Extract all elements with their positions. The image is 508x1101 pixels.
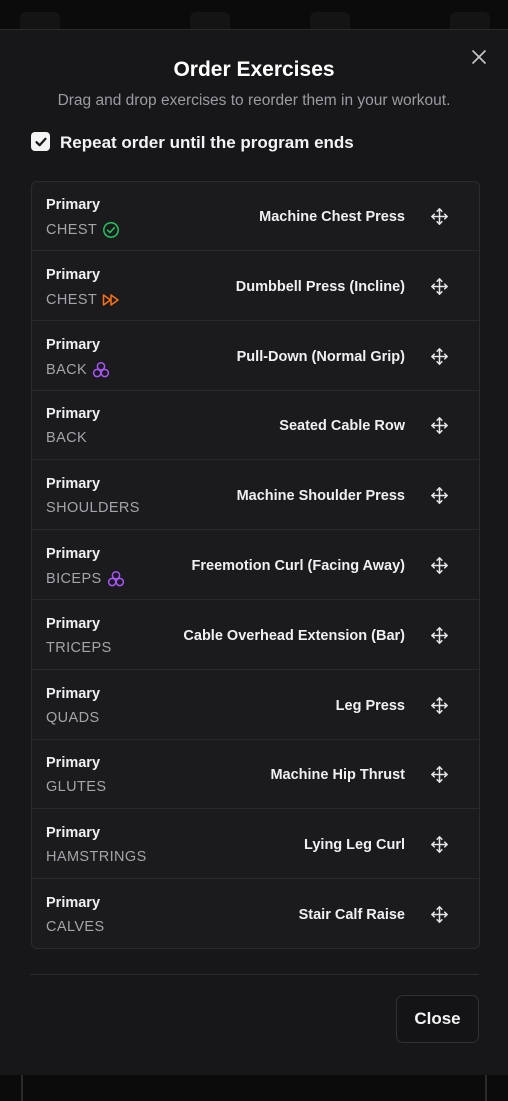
muscle-label: QUADS bbox=[46, 709, 100, 726]
exercise-category: Primary bbox=[46, 825, 101, 842]
drag-handle-icon[interactable] bbox=[430, 835, 449, 854]
exercise-row[interactable]: Primary SHOULDERS Machine Shoulder Press bbox=[32, 461, 479, 531]
exercise-muscle-group: CALVES bbox=[46, 919, 105, 935]
drag-handle-icon[interactable] bbox=[430, 905, 449, 924]
drag-handle-icon[interactable] bbox=[430, 207, 449, 226]
exercise-row[interactable]: Primary CHEST Dumbbell Press (Incline) bbox=[32, 252, 479, 321]
exercise-muscle-group: QUADS bbox=[46, 710, 100, 726]
exercise-row[interactable]: Primary BACK Pull-Down (Normal Grip) bbox=[32, 322, 479, 391]
drag-handle-icon[interactable] bbox=[430, 696, 449, 715]
muscle-label: CALVES bbox=[46, 919, 105, 935]
exercise-muscle-group: BACK bbox=[46, 361, 110, 379]
dialog-subtitle: Drag and drop exercises to reorder them … bbox=[57, 92, 451, 109]
exercise-muscle-group: TRICEPS bbox=[46, 640, 112, 656]
exercise-muscle-group: SHOULDERS bbox=[46, 500, 140, 516]
exercise-name: Freemotion Curl (Facing Away) bbox=[191, 558, 406, 574]
background-footer bbox=[0, 1075, 508, 1101]
exercise-name: Leg Press bbox=[335, 697, 405, 714]
exercise-category: Primary bbox=[46, 755, 101, 772]
exercise-row[interactable]: Primary QUADS Leg Press bbox=[32, 671, 479, 740]
background-header bbox=[0, 0, 508, 34]
exercise-name: Machine Hip Thrust bbox=[270, 767, 405, 784]
check-circle-icon bbox=[102, 221, 120, 239]
exercise-category: Primary bbox=[46, 197, 101, 213]
exercise-muscle-group: GLUTES bbox=[46, 779, 106, 795]
exercise-category: Primary bbox=[46, 895, 101, 911]
exercise-row[interactable]: Primary CHEST Machine Chest Press bbox=[32, 182, 479, 251]
footer-divider bbox=[30, 974, 479, 975]
muscle-label: CHEST bbox=[46, 291, 98, 308]
drag-handle-icon[interactable] bbox=[430, 765, 449, 784]
exercise-row[interactable]: Primary TRICEPS Cable Overhead Extension (… bbox=[32, 601, 479, 670]
fast-forward-icon bbox=[102, 291, 120, 309]
muscle-label: GLUTES bbox=[46, 779, 107, 796]
muscle-label: TRICEPS bbox=[46, 639, 112, 656]
exercise-muscle-group: CHEST bbox=[46, 291, 120, 309]
muscle-label: SHOULDERS bbox=[46, 500, 140, 517]
exercise-row[interactable]: Primary CALVES Stair Calf Raise bbox=[32, 880, 479, 948]
exercise-row[interactable]: Primary GLUTES Machine Hip Thrust bbox=[32, 740, 479, 810]
exercise-name: Machine Shoulder Press bbox=[236, 488, 405, 505]
muscle-label: BICEPS bbox=[46, 571, 102, 587]
close-button[interactable]: Close bbox=[396, 995, 479, 1043]
muscle-label: CHEST bbox=[46, 222, 98, 238]
exercise-category: Primary bbox=[46, 406, 101, 423]
exercise-muscle-group: BICEPS bbox=[46, 570, 125, 588]
exercise-category: Primary bbox=[46, 615, 101, 632]
exercise-category: Primary bbox=[46, 476, 101, 493]
muscle-label: BACK bbox=[46, 430, 88, 447]
exercise-category: Primary bbox=[46, 336, 101, 353]
exercise-name: Machine Chest Press bbox=[259, 209, 405, 225]
exercise-muscle-group: HAMSTRINGS bbox=[46, 849, 147, 865]
exercise-name: Dumbbell Press (Incline) bbox=[235, 278, 405, 295]
superset-icon bbox=[92, 361, 110, 379]
dialog-title: Order Exercises bbox=[173, 58, 335, 81]
exercise-category: Primary bbox=[46, 266, 101, 283]
exercise-name: Pull-Down (Normal Grip) bbox=[236, 348, 405, 365]
drag-handle-icon[interactable] bbox=[430, 416, 449, 435]
exercise-name: Cable Overhead Extension (Bar) bbox=[183, 627, 405, 644]
repeat-order-label[interactable]: Repeat order until the program ends bbox=[60, 133, 354, 153]
drag-handle-icon[interactable] bbox=[430, 486, 449, 505]
drag-handle-icon[interactable] bbox=[430, 556, 449, 575]
exercise-row[interactable]: Primary BACK Seated Cable Row bbox=[32, 391, 479, 461]
drag-handle-icon[interactable] bbox=[430, 347, 449, 366]
muscle-label: BACK bbox=[46, 361, 88, 378]
exercise-row[interactable]: Primary BICEPS Freemotion Curl (Facing Awa… bbox=[32, 531, 479, 600]
superset-icon bbox=[107, 570, 125, 588]
background-divider bbox=[485, 1075, 487, 1101]
exercise-name: Seated Cable Row bbox=[279, 418, 405, 435]
repeat-order-checkbox[interactable] bbox=[31, 132, 50, 151]
exercise-muscle-group: CHEST bbox=[46, 221, 120, 239]
exercise-list: Primary CHEST Machine Chest Press Primary CH… bbox=[31, 181, 480, 949]
exercise-category: Primary bbox=[46, 685, 101, 702]
exercise-name: Stair Calf Raise bbox=[298, 907, 405, 923]
background-divider bbox=[21, 1075, 23, 1101]
drag-handle-icon[interactable] bbox=[430, 277, 449, 296]
exercise-row[interactable]: Primary HAMSTRINGS Lying Leg Curl bbox=[32, 810, 479, 880]
exercise-name: Lying Leg Curl bbox=[304, 837, 405, 854]
muscle-label: HAMSTRINGS bbox=[46, 849, 147, 866]
exercise-muscle-group: BACK bbox=[46, 430, 87, 446]
checkmark-icon bbox=[34, 137, 47, 146]
exercise-category: Primary bbox=[46, 546, 101, 562]
drag-handle-icon[interactable] bbox=[430, 626, 449, 645]
